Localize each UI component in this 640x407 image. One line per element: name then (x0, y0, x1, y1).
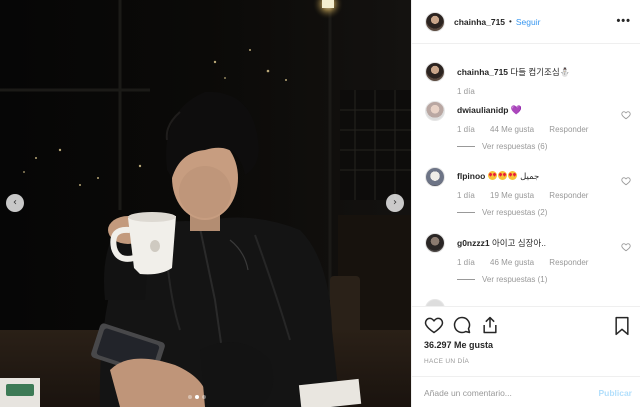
avatar[interactable] (425, 11, 445, 32)
comment-text: جميل (520, 171, 540, 181)
post-header: chainha_715 • Seguir ••• (412, 0, 640, 44)
reply-button[interactable]: Responder (549, 125, 588, 134)
comment-likes-link[interactable]: 44 Me gusta (490, 125, 534, 134)
post-photo[interactable]: ‹ › (0, 0, 411, 407)
purple-heart-emoji-icon: 💜 (510, 105, 523, 115)
view-replies-button[interactable]: Ver respuestas (6) (457, 142, 627, 151)
carousel-indicator (188, 395, 206, 399)
post-actions: 36.297 Me gusta HACE UN DÍA Publicar (412, 306, 640, 406)
carousel-dot (202, 395, 206, 399)
comment-username[interactable]: g0nzzz1 (457, 238, 490, 248)
comment-age: 1 día (457, 191, 475, 200)
carousel-next-button[interactable]: › (386, 194, 404, 212)
comment-text: 아이고 심장아.. (491, 238, 546, 248)
comments-list[interactable]: chainha_715 다들 컴기조심⛄ 1 día dwiaulianidp … (412, 44, 640, 306)
author-username[interactable]: chainha_715 (454, 17, 505, 27)
post-timestamp: HACE UN DÍA (424, 358, 470, 365)
carousel-prev-button[interactable]: ‹ (6, 194, 24, 212)
comment-age: 1 día (457, 125, 475, 134)
photo-illustration (0, 0, 411, 407)
reply-button[interactable]: Responder (549, 191, 588, 200)
speech-bubble-icon[interactable] (452, 315, 472, 335)
heart-eyes-emoji-icon (487, 171, 518, 181)
follow-button[interactable]: Seguir (516, 17, 541, 27)
comment-input[interactable] (424, 385, 584, 401)
caption-age: 1 día (457, 87, 475, 96)
caption-username[interactable]: chainha_715 (457, 67, 508, 77)
share-icon[interactable] (480, 315, 500, 335)
comment-likes-link[interactable]: 46 Me gusta (490, 258, 534, 267)
avatar[interactable] (425, 101, 445, 121)
heart-outline-icon[interactable] (424, 315, 444, 335)
bookmark-icon[interactable] (613, 316, 631, 336)
avatar[interactable] (425, 299, 445, 306)
like-comment-icon[interactable] (621, 110, 631, 120)
comment-username[interactable]: dwiaulianidp (457, 105, 508, 115)
view-replies-button[interactable]: Ver respuestas (1) (457, 275, 627, 284)
carousel-dot-active (195, 395, 199, 399)
more-options-icon[interactable]: ••• (616, 15, 631, 27)
carousel-dot (188, 395, 192, 399)
chevron-right-icon: › (393, 197, 397, 208)
caption-text: 다들 컴기조심⛄ (510, 67, 571, 77)
view-replies-button[interactable]: Ver respuestas (2) (457, 208, 627, 217)
avatar[interactable] (425, 233, 445, 253)
chevron-left-icon: ‹ (13, 197, 17, 208)
like-comment-icon[interactable] (621, 176, 631, 186)
replies-line (457, 146, 475, 147)
separator-dot: • (509, 17, 512, 26)
likes-count[interactable]: 36.297 Me gusta (424, 340, 493, 350)
comment-likes-link[interactable]: 19 Me gusta (490, 191, 534, 200)
view-replies-label: Ver respuestas (6) (482, 142, 548, 151)
post-side-panel: chainha_715 • Seguir ••• chainha_715 다들 … (411, 0, 640, 407)
publish-button[interactable]: Publicar (598, 388, 632, 398)
avatar[interactable] (425, 167, 445, 187)
reply-button[interactable]: Responder (549, 258, 588, 267)
caption-meta: 1 día (457, 87, 627, 96)
view-replies-label: Ver respuestas (1) (482, 275, 548, 284)
comment-age: 1 día (457, 258, 475, 267)
replies-line (457, 279, 475, 280)
view-replies-label: Ver respuestas (2) (482, 208, 548, 217)
avatar[interactable] (425, 62, 445, 82)
comment-username[interactable]: flpinoo (457, 171, 485, 181)
replies-line (457, 212, 475, 213)
add-comment-bar: Publicar (412, 376, 640, 407)
like-comment-icon[interactable] (621, 242, 631, 252)
